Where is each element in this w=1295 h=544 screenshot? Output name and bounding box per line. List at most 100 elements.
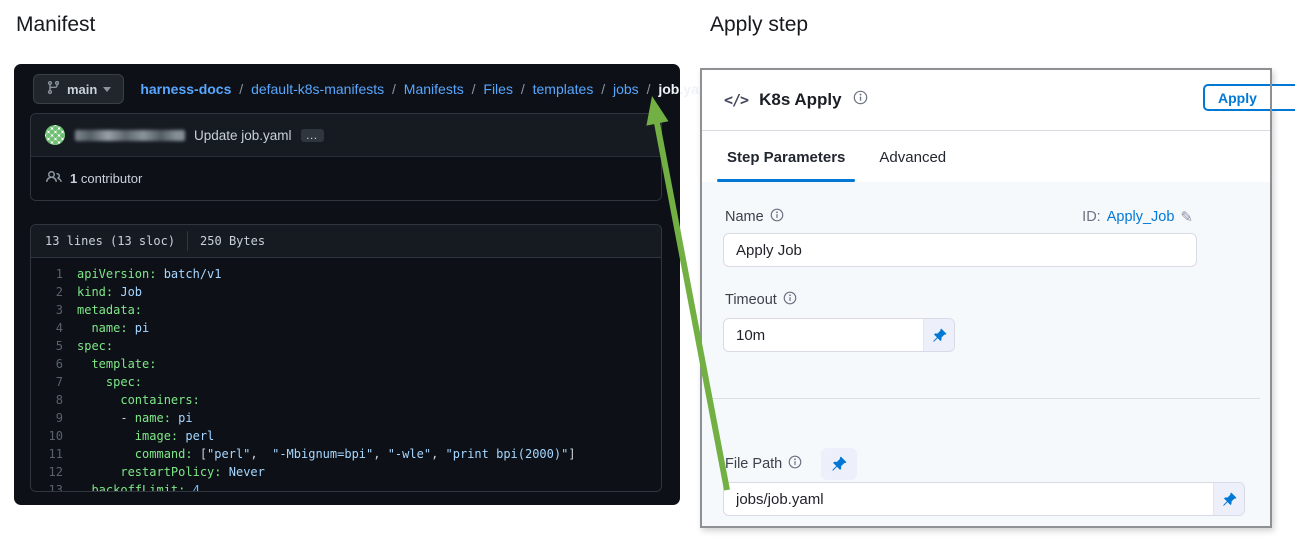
github-file-panel: main harness-docs / default-k8s-manifest…	[14, 64, 680, 505]
apply-step-heading: Apply step	[710, 13, 808, 37]
code-line: 1apiVersion: batch/v1	[31, 265, 661, 283]
line-number[interactable]: 10	[31, 427, 77, 445]
code-text: backoffLimit: 4	[77, 481, 200, 492]
code-text: spec:	[77, 337, 113, 355]
breadcrumb-folder-link[interactable]: jobs	[613, 81, 639, 97]
breadcrumb-separator: /	[231, 81, 251, 97]
code-line: 9 - name: pi	[31, 409, 661, 427]
info-circle-icon[interactable]	[788, 455, 802, 473]
contributor-label: contributor	[81, 171, 142, 186]
file-blob-card: 13 lines (13 sloc) 250 Bytes 1apiVersion…	[30, 224, 662, 492]
step-id-link[interactable]: Apply_Job	[1107, 209, 1175, 225]
step-parameters-content: Name ID: Apply_Job ✎ Timeout File Pat	[702, 182, 1270, 526]
code-text: spec:	[77, 373, 142, 391]
line-number[interactable]: 2	[31, 283, 77, 301]
line-number[interactable]: 3	[31, 301, 77, 319]
line-number[interactable]: 12	[31, 463, 77, 481]
code-text: - name: pi	[77, 409, 193, 427]
code-line: 5spec:	[31, 337, 661, 355]
section-divider	[712, 398, 1260, 399]
code-line: 12 restartPolicy: Never	[31, 463, 661, 481]
blob-header: 13 lines (13 sloc) 250 Bytes	[31, 225, 661, 258]
contributors-row[interactable]: 1 contributor	[31, 157, 661, 200]
code-text: metadata:	[77, 301, 142, 319]
code-text: name: pi	[77, 319, 149, 337]
file-path-input-group	[723, 482, 1245, 516]
step-header: </> K8s Apply	[702, 70, 1270, 131]
line-number[interactable]: 6	[31, 355, 77, 373]
file-size-info: 250 Bytes	[200, 234, 265, 248]
pushpin-icon[interactable]	[821, 448, 857, 480]
branch-selector-button[interactable]: main	[33, 74, 124, 104]
pushpin-icon[interactable]	[1213, 483, 1244, 515]
k8s-apply-step-panel: </> K8s Apply Apply Step ParametersAdvan…	[700, 68, 1272, 528]
info-circle-icon[interactable]	[783, 291, 797, 309]
branch-name: main	[67, 82, 97, 97]
people-icon	[46, 169, 62, 188]
timeout-field-label: Timeout	[725, 291, 797, 309]
breadcrumb-folder-link[interactable]: templates	[533, 81, 594, 97]
avatar[interactable]	[45, 125, 65, 145]
code-text: template:	[77, 355, 156, 373]
line-number[interactable]: 5	[31, 337, 77, 355]
step-tabs: Step Parameters Advanced	[702, 132, 1268, 182]
breadcrumb-separator: /	[639, 81, 659, 97]
breadcrumb-folder-link[interactable]: Manifests	[404, 81, 464, 97]
chevron-down-icon	[103, 87, 111, 92]
code-line: 13 backoffLimit: 4	[31, 481, 661, 492]
code-line: 3metadata:	[31, 301, 661, 319]
code-text: kind: Job	[77, 283, 142, 301]
info-circle-icon[interactable]	[770, 208, 784, 226]
commit-message-link[interactable]: Update job.yaml	[194, 128, 292, 143]
line-number[interactable]: 7	[31, 373, 77, 391]
tab-step-parameters[interactable]: Step Parameters	[727, 149, 845, 166]
line-number[interactable]: 11	[31, 445, 77, 463]
code-line: 11 command: ["perl", "-Mbignum=bpi", "-w…	[31, 445, 661, 463]
code-text: command: ["perl", "-Mbignum=bpi", "-wle"…	[77, 445, 576, 463]
breadcrumb-repo-link[interactable]: harness-docs	[140, 81, 231, 97]
code-text: apiVersion: batch/v1	[77, 265, 222, 283]
info-circle-icon[interactable]	[853, 90, 868, 110]
tab-advanced[interactable]: Advanced	[879, 149, 946, 166]
code-line: 7 spec:	[31, 373, 661, 391]
git-branch-icon	[46, 80, 61, 98]
divider	[187, 231, 188, 251]
line-number[interactable]: 9	[31, 409, 77, 427]
name-label-text: Name	[725, 209, 764, 225]
pushpin-icon[interactable]	[923, 319, 954, 351]
code-text: containers:	[77, 391, 200, 409]
timeout-input[interactable]	[724, 319, 923, 351]
code-line: 6 template:	[31, 355, 661, 373]
commit-author-redacted[interactable]	[75, 130, 185, 141]
name-input[interactable]	[723, 233, 1197, 267]
breadcrumb-separator: /	[384, 81, 404, 97]
breadcrumb-separator: /	[513, 81, 533, 97]
breadcrumb: harness-docs / default-k8s-manifests / M…	[140, 81, 715, 97]
code-step-icon: </>	[724, 91, 748, 109]
commit-more-button[interactable]: …	[301, 129, 324, 142]
github-toolbar: main harness-docs / default-k8s-manifest…	[33, 74, 666, 104]
code-block: 1apiVersion: batch/v12kind: Job3metadata…	[31, 258, 661, 492]
line-number[interactable]: 13	[31, 481, 77, 492]
code-text: restartPolicy: Never	[77, 463, 265, 481]
latest-commit-row: Update job.yaml …	[31, 114, 661, 157]
breadcrumb-separator: /	[593, 81, 613, 97]
commit-card: Update job.yaml … 1 contributor	[30, 113, 662, 201]
breadcrumb-folder-link[interactable]: Files	[483, 81, 513, 97]
apply-changes-button[interactable]: Apply	[1203, 84, 1295, 111]
code-line: 8 containers:	[31, 391, 661, 409]
line-number[interactable]: 8	[31, 391, 77, 409]
breadcrumb-separator: /	[464, 81, 484, 97]
file-path-input[interactable]	[724, 483, 1213, 515]
timeout-label-text: Timeout	[725, 292, 777, 308]
line-number[interactable]: 4	[31, 319, 77, 337]
file-path-label-text: File Path	[725, 456, 782, 472]
code-line: 2kind: Job	[31, 283, 661, 301]
line-number[interactable]: 1	[31, 265, 77, 283]
code-line: 10 image: perl	[31, 427, 661, 445]
breadcrumb-folder-link[interactable]: default-k8s-manifests	[251, 81, 384, 97]
id-prefix: ID:	[1082, 209, 1101, 225]
contributor-count: 1	[70, 171, 77, 186]
edit-pencil-icon[interactable]: ✎	[1180, 208, 1193, 226]
manifest-heading: Manifest	[16, 13, 95, 37]
